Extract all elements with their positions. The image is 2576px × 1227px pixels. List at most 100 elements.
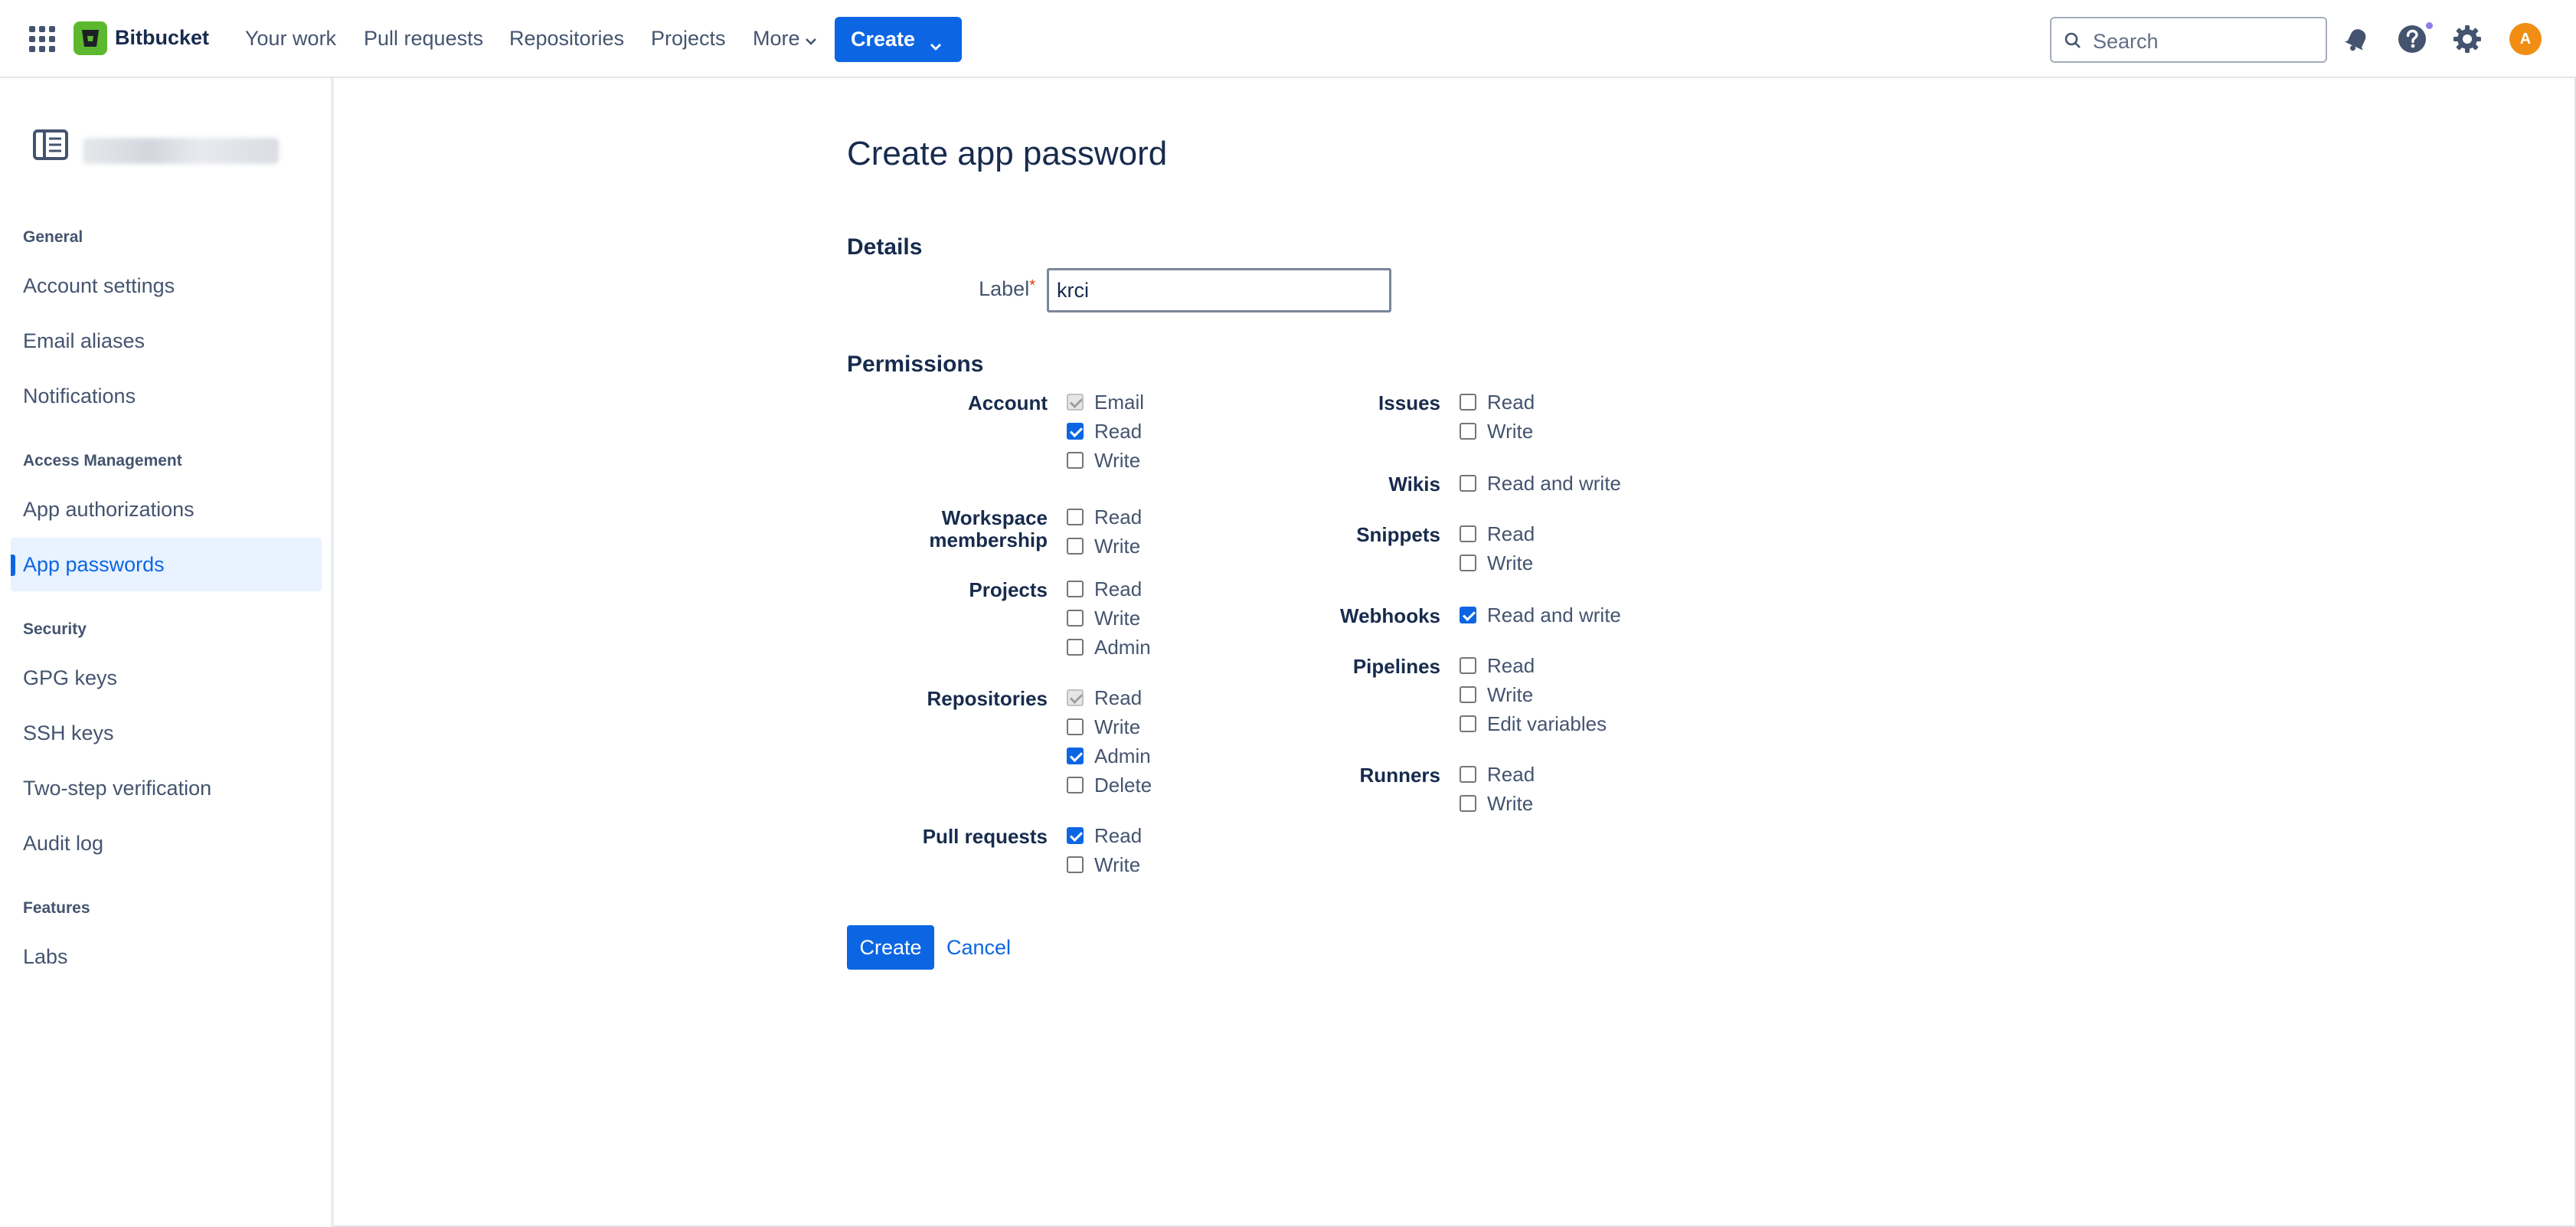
app-switcher-icon[interactable] <box>29 26 55 52</box>
window-frame <box>0 0 2576 1227</box>
cancel-link[interactable]: Cancel <box>946 936 1011 960</box>
checkbox[interactable] <box>1067 827 1084 844</box>
permission-pipelines-edit-variables[interactable]: Edit variables <box>1460 709 1607 738</box>
create-button[interactable]: Create <box>835 17 962 62</box>
checkbox[interactable] <box>1067 538 1084 555</box>
sidebar-item-app-authorizations[interactable]: App authorizations <box>11 483 322 536</box>
sidebar-item-account-settings[interactable]: Account settings <box>11 259 322 312</box>
checkbox-label: Delete <box>1094 773 1152 797</box>
page-title: Create app password <box>847 135 1168 172</box>
avatar[interactable]: A <box>2509 23 2542 55</box>
permission-repositories-write[interactable]: Write <box>1067 712 1140 741</box>
checkbox[interactable] <box>1460 475 1476 492</box>
permission-snippets-read[interactable]: Read <box>1460 519 1535 548</box>
checkbox[interactable] <box>1460 394 1476 411</box>
notifications-icon[interactable] <box>2339 21 2375 57</box>
sidebar-item-notifications[interactable]: Notifications <box>11 369 322 423</box>
checkbox[interactable] <box>1460 766 1476 783</box>
permission-account-write[interactable]: Write <box>1067 446 1140 475</box>
checkbox[interactable] <box>1460 423 1476 440</box>
sidebar-item-app-passwords[interactable]: App passwords <box>11 538 322 591</box>
sidebar-item-email-aliases[interactable]: Email aliases <box>11 314 322 368</box>
permissions-heading: Permissions <box>847 352 984 377</box>
checkbox[interactable] <box>1460 715 1476 732</box>
permission-workspace-membership-read[interactable]: Read <box>1067 502 1142 532</box>
brand-name[interactable]: Bitbucket <box>115 26 209 50</box>
checkbox-label: Read and write <box>1487 471 1621 495</box>
checkbox[interactable] <box>1460 686 1476 703</box>
nav-pull-requests[interactable]: Pull requests <box>364 27 483 51</box>
permission-projects-write[interactable]: Write <box>1067 604 1140 633</box>
checkbox[interactable] <box>1067 509 1084 525</box>
sidebar-item-audit-log[interactable]: Audit log <box>11 816 322 870</box>
search-icon <box>2064 31 2082 54</box>
checkbox-label: Admin <box>1094 744 1151 767</box>
checkbox-label: Write <box>1094 715 1141 738</box>
permission-pipelines-write[interactable]: Write <box>1460 680 1533 709</box>
checkbox-label: Write <box>1487 682 1534 706</box>
nav-repositories[interactable]: Repositories <box>509 27 624 51</box>
checkbox-label: Write <box>1487 791 1534 815</box>
checkbox[interactable] <box>1460 555 1476 571</box>
checkbox-label: Edit variables <box>1487 712 1607 735</box>
sidebar-item-two-step-verification[interactable]: Two-step verification <box>11 761 322 815</box>
nav-more[interactable]: More <box>753 27 817 51</box>
checkbox-label: Read <box>1094 823 1143 847</box>
checkbox[interactable] <box>1067 748 1084 764</box>
search-input[interactable]: Search <box>2050 17 2327 63</box>
sidebar-item-ssh-keys[interactable]: SSH keys <box>11 706 322 760</box>
permission-pull-requests-read[interactable]: Read <box>1067 821 1142 850</box>
permission-group-issues: Issues <box>1378 391 1440 414</box>
checkbox[interactable] <box>1067 777 1084 793</box>
checkbox-label: Read <box>1487 653 1535 677</box>
permission-wikis-read-and-write[interactable]: Read and write <box>1460 469 1621 498</box>
checkbox-label: Read <box>1487 762 1535 786</box>
checkbox[interactable] <box>1460 657 1476 674</box>
permission-group-snippets: Snippets <box>1356 523 1440 546</box>
permission-account-read[interactable]: Read <box>1067 417 1142 446</box>
checkbox[interactable] <box>1067 610 1084 627</box>
permission-snippets-write[interactable]: Write <box>1460 548 1533 578</box>
sidebar-section-features: Features <box>23 899 90 917</box>
nav-projects[interactable]: Projects <box>651 27 726 51</box>
checkbox-label: Email <box>1094 390 1145 414</box>
permission-group-pipelines: Pipelines <box>1352 655 1440 678</box>
permission-repositories-admin[interactable]: Admin <box>1067 741 1151 771</box>
checkbox[interactable] <box>1460 795 1476 812</box>
checkbox-label: Write <box>1094 852 1141 876</box>
permission-repositories-delete[interactable]: Delete <box>1067 771 1152 800</box>
permission-projects-admin[interactable]: Admin <box>1067 633 1151 662</box>
checkbox[interactable] <box>1460 525 1476 542</box>
sidebar-section-general: General <box>23 228 83 246</box>
label-input[interactable] <box>1047 268 1391 312</box>
checkbox[interactable] <box>1067 423 1084 440</box>
permission-runners-write[interactable]: Write <box>1460 789 1533 818</box>
sidebar-item-gpg-keys[interactable]: GPG keys <box>11 651 322 705</box>
checkbox[interactable] <box>1067 718 1084 735</box>
nav-your-work[interactable]: Your work <box>245 27 336 51</box>
permission-pull-requests-write[interactable]: Write <box>1067 850 1140 879</box>
sidebar-item-labs[interactable]: Labs <box>11 930 322 983</box>
permission-issues-write[interactable]: Write <box>1460 417 1533 446</box>
checkbox-label: Read <box>1094 505 1143 528</box>
checkbox-label: Read and write <box>1487 603 1621 627</box>
checkbox[interactable] <box>1067 452 1084 469</box>
permission-pipelines-read[interactable]: Read <box>1460 651 1535 680</box>
settings-icon[interactable] <box>2450 21 2485 57</box>
create-app-password-button[interactable]: Create <box>847 925 934 970</box>
permission-runners-read[interactable]: Read <box>1460 760 1535 789</box>
permission-projects-read[interactable]: Read <box>1067 574 1142 604</box>
permission-workspace-membership-write[interactable]: Write <box>1067 532 1140 561</box>
checkbox[interactable] <box>1067 856 1084 873</box>
checkbox[interactable] <box>1067 639 1084 656</box>
checkbox[interactable] <box>1460 607 1476 623</box>
bitbucket-logo-icon[interactable] <box>74 21 107 55</box>
permission-webhooks-read-and-write[interactable]: Read and write <box>1460 600 1621 630</box>
checkbox-label: Write <box>1094 534 1141 558</box>
permission-group-repositories: Repositories <box>927 687 1048 710</box>
nav-more-label: More <box>753 27 800 50</box>
checkbox[interactable] <box>1067 581 1084 597</box>
help-icon[interactable] <box>2395 21 2430 57</box>
label-field-text: Label <box>979 277 1030 300</box>
permission-issues-read[interactable]: Read <box>1460 388 1535 417</box>
